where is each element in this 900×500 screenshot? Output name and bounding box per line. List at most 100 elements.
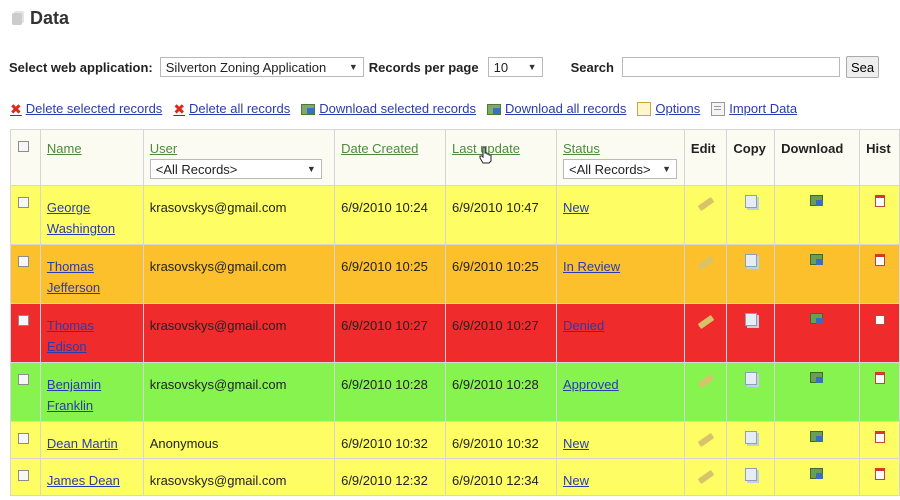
user-cell: krasovskys@gmail.com bbox=[142, 303, 336, 363]
download-icon[interactable] bbox=[810, 431, 824, 443]
sort-user-link[interactable]: User bbox=[150, 141, 177, 156]
updated-cell: 6/9/2010 12:34 bbox=[445, 458, 557, 496]
copy-icon[interactable] bbox=[744, 254, 757, 267]
row-checkbox[interactable] bbox=[18, 256, 29, 267]
history-header-label: Hist bbox=[866, 141, 891, 156]
calendar-icon[interactable] bbox=[874, 372, 885, 384]
record-status-link[interactable]: Approved bbox=[563, 377, 619, 392]
download-all-label: Download all records bbox=[505, 101, 627, 116]
copy-icon[interactable] bbox=[744, 313, 757, 326]
copy-icon[interactable] bbox=[744, 195, 757, 208]
edit-cell bbox=[683, 421, 728, 459]
record-user: krasovskys@gmail.com bbox=[149, 259, 287, 274]
record-updated: 6/9/2010 10:25 bbox=[452, 259, 539, 274]
records-per-page-select[interactable]: 10 ▼ bbox=[487, 57, 543, 77]
delete-selected-label: Delete selected records bbox=[25, 101, 163, 116]
record-status-link[interactable]: New bbox=[563, 436, 589, 451]
record-name-link[interactable]: Dean Martin bbox=[47, 436, 118, 451]
calendar-icon[interactable] bbox=[874, 254, 885, 266]
download-all-link[interactable]: Download all records bbox=[487, 101, 626, 116]
search-label: Search bbox=[570, 59, 614, 75]
pencil-icon[interactable] bbox=[697, 469, 714, 485]
delete-all-link[interactable]: ✖ Delete all records bbox=[173, 101, 290, 116]
download-icon[interactable] bbox=[810, 468, 824, 480]
record-user: krasovskys@gmail.com bbox=[149, 473, 287, 488]
download-icon bbox=[487, 103, 502, 115]
pencil-icon[interactable] bbox=[697, 432, 714, 448]
status-filter-select[interactable]: <All Records> ▼ bbox=[563, 159, 677, 179]
updated-cell: 6/9/2010 10:28 bbox=[445, 362, 557, 422]
delete-all-label: Delete all records bbox=[189, 101, 291, 116]
download-icon[interactable] bbox=[810, 372, 824, 384]
history-cell bbox=[859, 362, 900, 422]
web-app-label: Select web application: bbox=[9, 59, 153, 75]
edit-cell bbox=[683, 244, 728, 304]
select-all-checkbox[interactable] bbox=[18, 141, 29, 152]
calendar-icon[interactable] bbox=[874, 195, 885, 207]
sort-status-link[interactable]: Status bbox=[563, 141, 600, 156]
search-button[interactable]: Sea bbox=[845, 56, 880, 78]
created-cell: 6/9/2010 10:28 bbox=[334, 362, 447, 422]
row-checkbox[interactable] bbox=[18, 470, 29, 481]
page-header: Data bbox=[10, 8, 69, 29]
search-input[interactable] bbox=[621, 57, 840, 77]
table-row: Dean Martin Anonymous 6/9/2010 10:32 6/9… bbox=[10, 421, 900, 459]
row-checkbox[interactable] bbox=[18, 374, 29, 385]
record-name-link[interactable]: Benjamin Franklin bbox=[47, 377, 101, 413]
record-status-link[interactable]: In Review bbox=[563, 259, 620, 274]
copy-cell bbox=[726, 458, 776, 496]
row-select-cell bbox=[10, 244, 41, 304]
pencil-icon[interactable] bbox=[697, 373, 714, 389]
created-cell: 6/9/2010 12:32 bbox=[334, 458, 447, 496]
record-created: 6/9/2010 10:24 bbox=[341, 200, 428, 215]
record-name-link[interactable]: Thomas Jefferson bbox=[47, 259, 100, 295]
download-icon[interactable] bbox=[810, 313, 824, 325]
record-name-link[interactable]: James Dean bbox=[47, 473, 120, 488]
record-name-link[interactable]: George Washington bbox=[47, 200, 115, 236]
copy-cell bbox=[726, 244, 776, 304]
record-status-link[interactable]: New bbox=[563, 473, 589, 488]
row-checkbox[interactable] bbox=[18, 433, 29, 444]
chevron-down-icon: ▼ bbox=[348, 62, 358, 72]
calendar-icon[interactable] bbox=[874, 313, 885, 325]
copy-icon[interactable] bbox=[744, 431, 757, 444]
import-data-link[interactable]: Import Data bbox=[711, 101, 797, 116]
status-cell: New bbox=[556, 185, 685, 245]
edit-cell bbox=[683, 458, 728, 496]
record-status-link[interactable]: New bbox=[563, 200, 589, 215]
pencil-icon[interactable] bbox=[697, 196, 714, 212]
row-checkbox[interactable] bbox=[18, 197, 29, 208]
row-select-cell bbox=[10, 362, 41, 422]
copy-icon[interactable] bbox=[744, 468, 757, 481]
download-selected-link[interactable]: Download selected records bbox=[301, 101, 476, 116]
download-icon[interactable] bbox=[810, 195, 824, 207]
status-cell: Approved bbox=[556, 362, 685, 422]
copy-icon[interactable] bbox=[744, 372, 757, 385]
download-icon[interactable] bbox=[810, 254, 824, 266]
pencil-icon[interactable] bbox=[697, 314, 714, 330]
sort-date-created-link[interactable]: Date Created bbox=[341, 141, 418, 156]
name-cell: Benjamin Franklin bbox=[39, 362, 144, 422]
record-name-link[interactable]: Thomas Edison bbox=[47, 318, 94, 354]
record-created: 6/9/2010 10:28 bbox=[341, 377, 428, 392]
calendar-icon[interactable] bbox=[874, 431, 885, 443]
delete-icon: ✖ bbox=[10, 100, 22, 117]
row-select-cell bbox=[10, 303, 41, 363]
table-row: Thomas Edison krasovskys@gmail.com 6/9/20… bbox=[10, 303, 900, 363]
sort-name-link[interactable]: Name bbox=[47, 141, 82, 156]
web-app-select[interactable]: Silverton Zoning Application ▼ bbox=[159, 57, 364, 77]
record-updated: 6/9/2010 10:28 bbox=[452, 377, 539, 392]
row-checkbox[interactable] bbox=[18, 315, 29, 326]
record-created: 6/9/2010 10:25 bbox=[341, 259, 428, 274]
user-filter-select[interactable]: <All Records> ▼ bbox=[149, 159, 322, 179]
pencil-icon[interactable] bbox=[697, 255, 714, 271]
row-select-cell bbox=[10, 458, 41, 496]
calendar-icon[interactable] bbox=[874, 468, 885, 480]
delete-selected-link[interactable]: ✖ Delete selected records bbox=[10, 101, 162, 116]
download-cell bbox=[774, 421, 861, 459]
table-row: Benjamin Franklin krasovskys@gmail.com 6/… bbox=[10, 362, 900, 422]
name-header: Name bbox=[39, 129, 144, 186]
options-link[interactable]: Options bbox=[637, 101, 700, 116]
user-cell: krasovskys@gmail.com bbox=[142, 458, 336, 496]
record-status-link[interactable]: Denied bbox=[563, 318, 604, 333]
